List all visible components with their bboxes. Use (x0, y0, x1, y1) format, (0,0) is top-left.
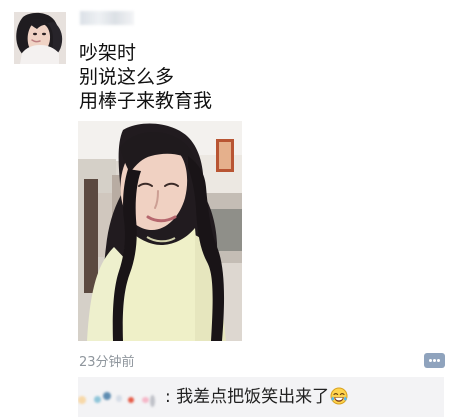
username-redacted[interactable] (80, 11, 134, 25)
post-photo[interactable] (78, 121, 242, 341)
post-text: 吵架时 别说这么多 用棒子来教育我 (79, 41, 339, 113)
comment-area: : 我差点把饭笑出来了 (78, 377, 444, 417)
post-line: 吵架时 (79, 42, 137, 64)
post-time: 23分钟前 (79, 355, 135, 370)
comment-text: : 我差点把饭笑出来了 (165, 387, 330, 407)
avatar[interactable] (14, 12, 66, 64)
comment-text-line: : 我差点把饭笑出来了 (165, 387, 348, 407)
comment-dots-icon (429, 359, 440, 362)
post-line: 别说这么多 (79, 66, 175, 88)
post-line: 用棒子来教育我 (79, 90, 213, 112)
comment-button[interactable] (424, 353, 445, 368)
commenter-name-redacted[interactable] (78, 391, 158, 411)
moments-post: 吵架时 别说这么多 用棒子来教育我 23分钟前: 我差点把饭笑出来了 (0, 0, 460, 417)
tears-of-joy-emoji-icon (330, 387, 348, 405)
